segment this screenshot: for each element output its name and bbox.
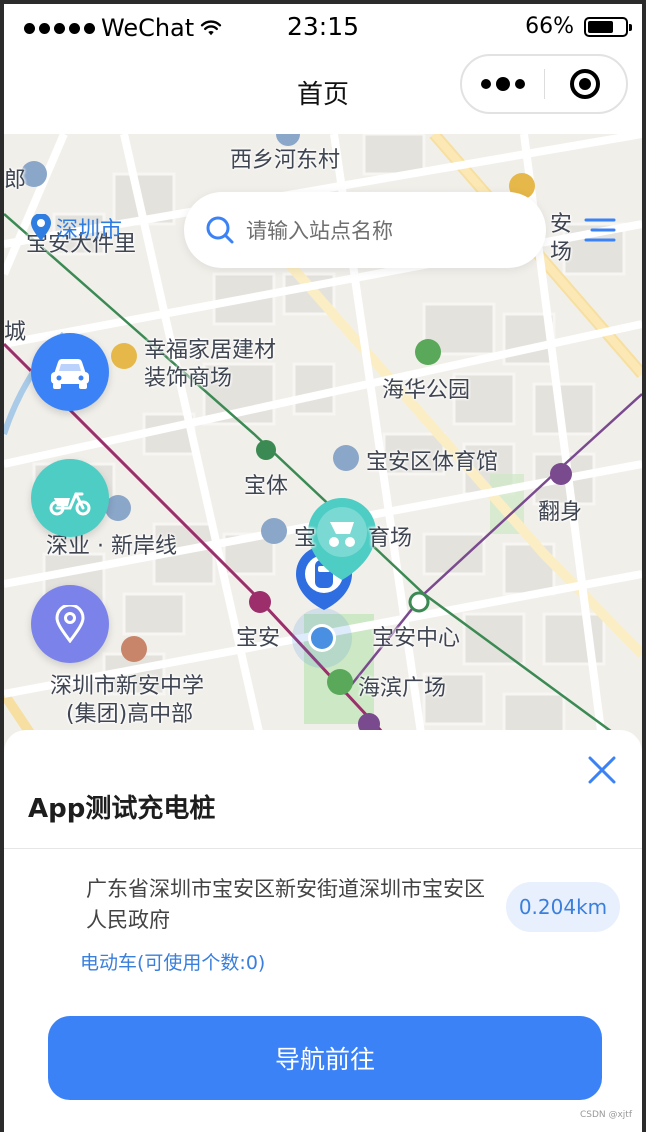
city-name: 深圳市 [56,218,123,243]
map-label: 场 [550,240,573,265]
location-filter-button[interactable] [31,585,109,663]
distance-badge: 0.204km [506,882,620,932]
map-label: 宝安区体育馆 [366,450,499,475]
map-label: 宝体 [244,474,289,499]
map-label: 装饰商场 [144,366,233,391]
map-label: 海华公园 [382,378,471,403]
location-icon [55,605,85,643]
watermark: CSDN @xjtf [579,1110,632,1120]
map-label: 城 [4,320,27,345]
miniprogram-capsule [460,54,628,114]
battery-group: 66% [525,14,632,39]
battery-percent: 66% [525,14,574,39]
map-label: 宝 [294,526,317,551]
close-miniprogram-icon[interactable] [544,69,626,99]
map-label: 郎 [4,168,27,193]
menu-icon[interactable] [582,212,618,248]
car-filter-button[interactable] [31,333,109,411]
map-label: 西乡河东村 [230,148,341,173]
close-icon[interactable] [584,752,620,788]
map-label: 宝安 [236,626,281,651]
battery-icon [584,16,632,37]
map-label: 翻身 [538,500,583,525]
navigate-button[interactable]: 导航前往 [48,1016,602,1100]
search-bar[interactable]: 请输入站点名称 [184,192,546,268]
car-icon [51,359,89,389]
city-selector[interactable]: 深圳市 [30,212,122,244]
navigation-bar: 首页 [4,50,642,134]
map-label: 宝安中心 [372,626,461,651]
station-address: 广东省深圳市宝安区新安街道深圳市宝安区人民政府 [86,877,485,932]
map-label: (集团)高中部 [66,702,194,727]
scooter-icon [49,492,91,516]
availability-text: 电动车(可使用个数:0) [80,952,266,974]
status-bar: WeChat 23:15 66% [4,4,642,50]
station-name: App测试充电桩 [28,794,216,824]
scooter-filter-button[interactable] [31,459,109,537]
search-input[interactable]: 请输入站点名称 [246,215,393,245]
search-icon [206,216,234,244]
sheet-divider [4,848,642,849]
frame-edge [642,0,646,1132]
more-options-icon[interactable] [462,77,544,91]
map-label: 育场 [368,526,413,551]
location-pin-icon [31,214,51,241]
map-label: 海滨广场 [358,676,447,701]
